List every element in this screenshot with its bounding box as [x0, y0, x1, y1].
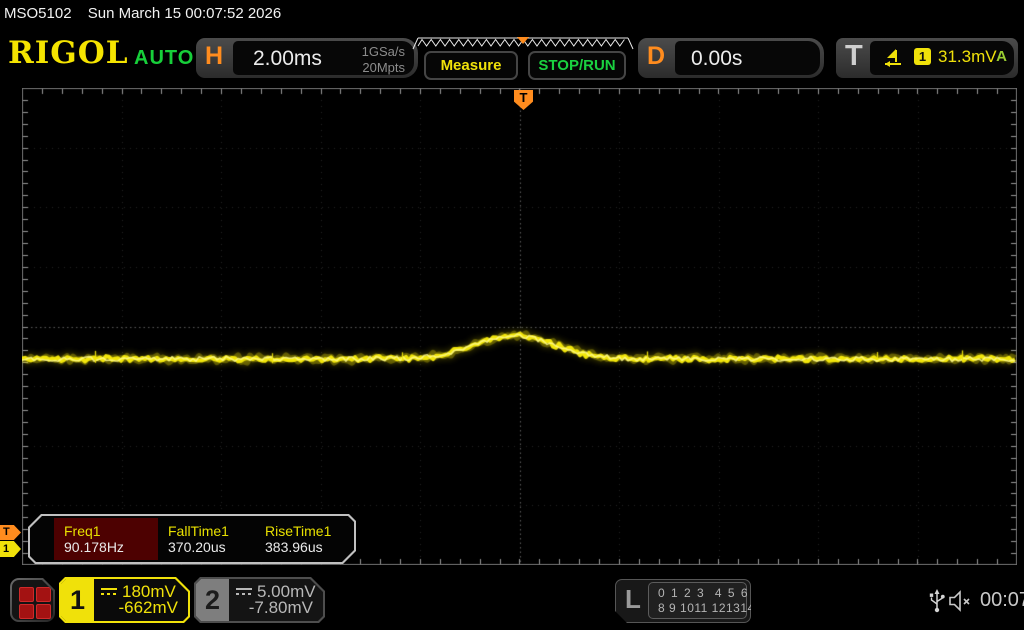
- dc-coupling-icon: [101, 587, 117, 597]
- measure-button[interactable]: Measure: [424, 51, 518, 80]
- measurement-label: Freq1: [64, 523, 101, 539]
- menu-grid-button[interactable]: [10, 578, 55, 622]
- dc-coupling-icon: [236, 587, 252, 597]
- logic-digits-panel: 0 1 2 3 4 5 6 7 8 9 1011 12131415: [648, 582, 747, 619]
- rigol-logo: RIGOL: [8, 38, 129, 69]
- measurement-item-risetime[interactable]: RiseTime1 383.96us: [255, 518, 352, 560]
- channel1-number: 1: [61, 579, 94, 621]
- run-stop-button[interactable]: STOP/RUN: [528, 51, 626, 80]
- channel1-offset: -662mV: [118, 598, 178, 618]
- horizontal-timebase-block[interactable]: H 2.00ms 1GSa/s 20Mpts: [196, 38, 418, 78]
- delay-value: 0.00s: [691, 47, 742, 71]
- sample-rate-value: 1GSa/s 20Mpts: [362, 44, 405, 77]
- measurement-label: RiseTime1: [265, 523, 331, 539]
- delay-block[interactable]: D 0.00s: [638, 38, 824, 78]
- clock-label: 00:07: [980, 589, 1024, 612]
- t-label: T: [845, 40, 863, 73]
- datetime-label: Sun March 15 00:07:52 2026: [88, 5, 281, 22]
- delay-inner: 0.00s: [675, 41, 820, 75]
- measurement-item-falltime[interactable]: FallTime1 370.20us: [158, 518, 255, 560]
- measurement-label: FallTime1: [168, 523, 229, 539]
- horizontal-inner: 2.00ms 1GSa/s 20Mpts: [233, 41, 414, 75]
- waveform-preview-strip[interactable]: [411, 36, 635, 51]
- trigger-level-value: 31.3mV: [938, 47, 997, 67]
- trigger-block[interactable]: T 1 31.3mV A: [836, 38, 1018, 78]
- graticule-display: [22, 88, 1017, 565]
- channel2-block[interactable]: 2 5.00mV -7.80mV: [194, 577, 325, 623]
- measurement-value: 370.20us: [168, 539, 226, 555]
- timebase-value: 2.00ms: [253, 47, 322, 71]
- speaker-muted-icon: [948, 590, 976, 612]
- top-status-bar: MSO5102 Sun March 15 00:07:52 2026: [0, 0, 1024, 28]
- acquisition-mode-label: AUTO: [134, 47, 194, 70]
- logic-channels-block[interactable]: L 0 1 2 3 4 5 6 7 8 9 1011 12131415: [615, 579, 751, 623]
- menu-grid-icon: [12, 580, 53, 620]
- usb-icon: [929, 588, 945, 614]
- channel1-body: 1 180mV -662mV: [61, 579, 188, 621]
- sample-rate: 1GSa/s: [362, 44, 405, 60]
- measurement-value: 90.178Hz: [64, 539, 124, 555]
- trigger-level-marker[interactable]: T: [0, 525, 21, 540]
- d-label: D: [647, 42, 665, 71]
- logic-digits-row2: 8 9 1011 12131415: [658, 601, 769, 615]
- logic-digits-row1: 0 1 2 3 4 5 6 7: [658, 586, 762, 600]
- channel1-block[interactable]: 1 180mV -662mV: [59, 577, 190, 623]
- oscilloscope-screen: MSO5102 Sun March 15 00:07:52 2026 RIGOL…: [0, 0, 1024, 630]
- measurement-value: 383.96us: [265, 539, 323, 555]
- channel2-number: 2: [196, 579, 229, 621]
- logic-label: L: [625, 584, 641, 615]
- model-label: MSO5102: [4, 5, 72, 22]
- channel2-body: 2 5.00mV -7.80mV: [196, 579, 323, 621]
- measurement-panel-body: Freq1 90.178Hz FallTime1 370.20us RiseTi…: [30, 516, 354, 562]
- measurement-panel: Freq1 90.178Hz FallTime1 370.20us RiseTi…: [28, 514, 356, 564]
- h-label: H: [205, 42, 223, 71]
- channel2-offset: -7.80mV: [249, 598, 313, 618]
- trigger-source-badge: 1: [914, 48, 931, 65]
- trigger-inner: 1 31.3mV A: [870, 41, 1014, 75]
- channel1-level-marker[interactable]: 1: [0, 541, 21, 557]
- measurement-item-freq[interactable]: Freq1 90.178Hz: [54, 518, 158, 560]
- trigger-slope-icon: [882, 46, 904, 68]
- memory-depth: 20Mpts: [362, 60, 405, 76]
- trigger-sweep-label: A: [996, 48, 1007, 65]
